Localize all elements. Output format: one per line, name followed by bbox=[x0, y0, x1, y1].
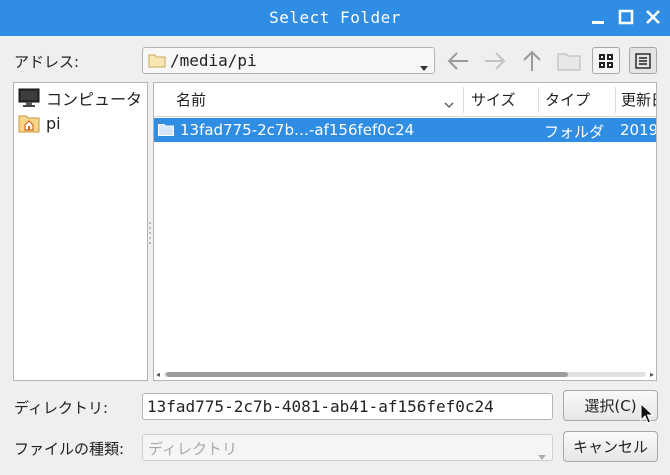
horizontal-scrollbar[interactable]: ◂ ▸ bbox=[154, 369, 656, 379]
folder-icon bbox=[158, 123, 174, 140]
forward-button[interactable] bbox=[481, 47, 509, 74]
title-bar[interactable]: Select Folder bbox=[0, 0, 670, 36]
minimize-button[interactable] bbox=[587, 6, 609, 28]
address-label: アドレス: bbox=[14, 53, 80, 71]
row-modified: 2019 bbox=[620, 121, 657, 139]
directory-field[interactable]: 13fad775-2c7b-4081-ab41-af156fef0c24 bbox=[142, 393, 553, 420]
new-folder-button[interactable] bbox=[555, 47, 583, 74]
scroll-right-icon[interactable]: ▸ bbox=[650, 370, 654, 379]
address-combo[interactable]: /media/pi bbox=[142, 47, 435, 74]
column-type[interactable]: タイプ bbox=[545, 83, 615, 117]
pane-splitter[interactable] bbox=[148, 220, 152, 246]
filetype-label: ファイルの種類: bbox=[14, 440, 125, 458]
computer-icon bbox=[18, 88, 40, 108]
column-size[interactable]: サイズ bbox=[471, 83, 537, 117]
address-path: /media/pi bbox=[170, 51, 257, 70]
close-icon bbox=[646, 10, 660, 24]
up-button[interactable] bbox=[518, 47, 546, 74]
file-list[interactable]: 名前 サイズ タイプ 更新日 13fad775-2c7b…-af156fef0c… bbox=[153, 82, 657, 381]
filetype-value: ディレクトリ bbox=[148, 440, 237, 458]
icon-view-button[interactable] bbox=[592, 47, 620, 74]
row-name: 13fad775-2c7b…-af156fef0c24 bbox=[180, 121, 415, 139]
cancel-button[interactable]: キャンセル bbox=[563, 431, 658, 462]
row-type: フォルダ bbox=[544, 123, 605, 141]
new-folder-icon bbox=[557, 53, 581, 70]
grid-view-icon bbox=[599, 53, 613, 68]
column-header: 名前 サイズ タイプ 更新日 bbox=[154, 83, 656, 117]
back-button[interactable] bbox=[444, 47, 472, 74]
list-view-icon bbox=[635, 52, 651, 69]
sidebar-item-label: コンピュータ bbox=[46, 90, 143, 109]
column-name[interactable]: 名前 bbox=[176, 83, 456, 117]
minimize-icon bbox=[592, 21, 604, 24]
sidebar-item-label: pi bbox=[46, 113, 61, 133]
mouse-pointer-icon bbox=[640, 402, 655, 429]
chevron-down-icon bbox=[420, 59, 428, 75]
scroll-left-icon[interactable]: ◂ bbox=[156, 370, 160, 379]
sort-chevron-icon bbox=[444, 96, 454, 112]
detail-view-button[interactable] bbox=[629, 47, 657, 74]
close-button[interactable] bbox=[642, 6, 664, 28]
directory-label: ディレクトリ: bbox=[14, 399, 109, 417]
arrow-up-icon bbox=[523, 50, 541, 71]
folder-icon bbox=[148, 53, 166, 72]
arrow-left-icon bbox=[447, 51, 468, 70]
places-sidebar: コンピュータ pi bbox=[13, 82, 148, 381]
home-folder-icon bbox=[18, 113, 40, 133]
maximize-icon bbox=[618, 9, 634, 25]
maximize-button[interactable] bbox=[615, 6, 637, 28]
table-row[interactable]: 13fad775-2c7b…-af156fef0c24 フォルダ 2019 bbox=[154, 118, 657, 142]
sidebar-item-pi[interactable]: pi bbox=[18, 112, 61, 134]
filetype-combo[interactable]: ディレクトリ bbox=[142, 434, 553, 461]
window-title: Select Folder bbox=[269, 8, 401, 27]
chevron-down-icon bbox=[538, 446, 546, 464]
sidebar-item-computer[interactable]: コンピュータ bbox=[18, 87, 142, 109]
arrow-right-icon bbox=[485, 51, 506, 70]
scrollbar-thumb[interactable] bbox=[166, 372, 568, 377]
column-modified[interactable]: 更新日 bbox=[621, 83, 656, 117]
